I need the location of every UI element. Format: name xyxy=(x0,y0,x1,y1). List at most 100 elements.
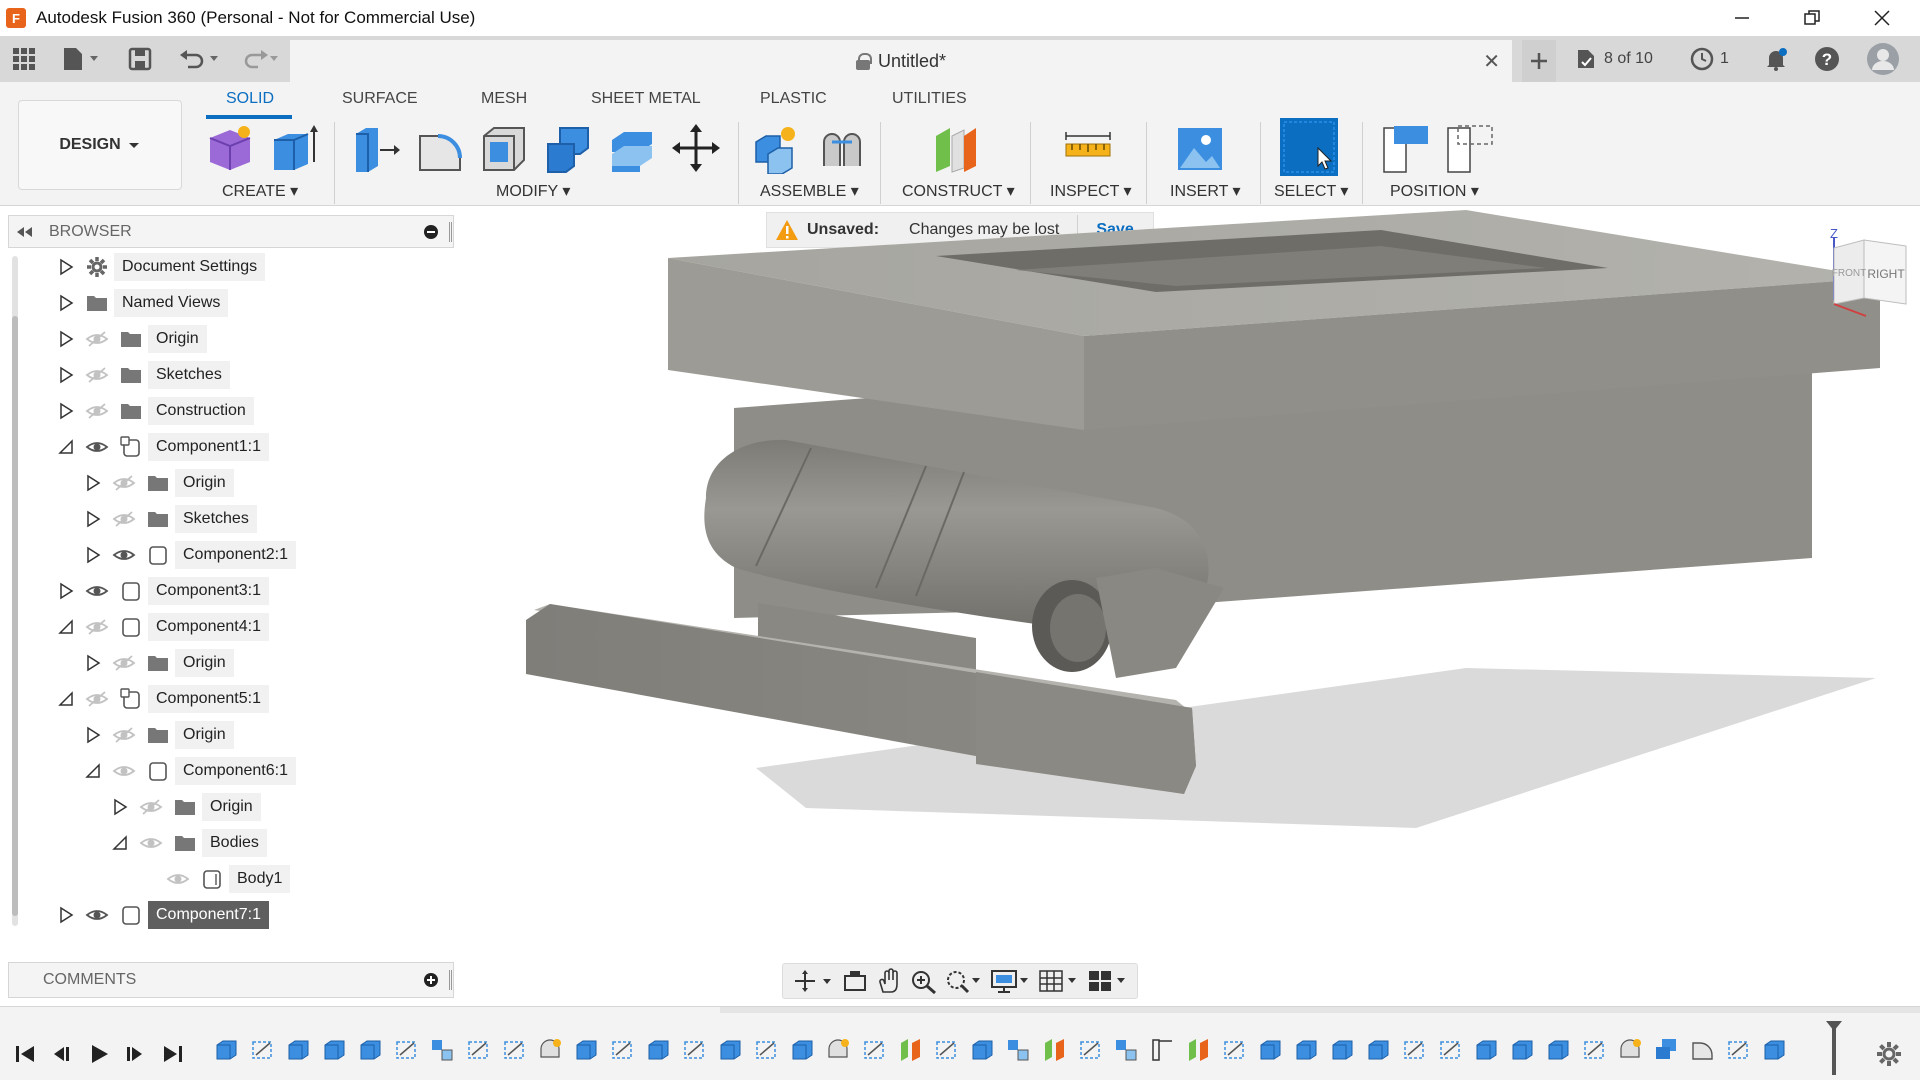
visibility-off-icon[interactable] xyxy=(107,504,141,534)
collapsed-triangle-icon[interactable] xyxy=(52,324,80,354)
collapsed-triangle-icon[interactable] xyxy=(79,540,107,570)
tree-row[interactable]: Component5:1 xyxy=(52,684,269,714)
collapse-panel-icon[interactable] xyxy=(15,225,35,239)
visibility-off-icon[interactable] xyxy=(80,612,114,642)
pan-hand-icon[interactable] xyxy=(876,968,902,994)
go-to-end-icon[interactable] xyxy=(158,1039,188,1069)
revert-position-icon[interactable] xyxy=(1444,122,1496,174)
workspace-design-button[interactable]: DESIGN xyxy=(18,100,182,190)
tree-row[interactable]: Named Views xyxy=(52,288,229,318)
visibility-off-icon[interactable] xyxy=(80,396,114,426)
collapsed-triangle-icon[interactable] xyxy=(79,648,107,678)
expanded-triangle-icon[interactable] xyxy=(52,432,80,462)
tree-row[interactable]: Bodies xyxy=(106,828,267,858)
timeline-extrude-icon[interactable] xyxy=(1762,1037,1788,1063)
tab-utilities[interactable]: UTILITIES xyxy=(892,90,967,108)
timeline-plane-icon[interactable] xyxy=(1042,1037,1068,1063)
job-clock[interactable]: 1 xyxy=(1690,44,1729,74)
panel-resize-handle[interactable] xyxy=(449,222,452,242)
collapsed-triangle-icon[interactable] xyxy=(52,288,80,318)
timeline-scrollbar[interactable] xyxy=(720,1007,1920,1013)
timeline-combine-icon[interactable] xyxy=(1654,1037,1680,1063)
tree-row[interactable]: Sketches xyxy=(52,360,230,390)
collapsed-triangle-icon[interactable] xyxy=(79,720,107,750)
tree-row[interactable]: Origin xyxy=(79,468,234,498)
new-component-icon[interactable] xyxy=(752,122,804,175)
visibility-eye-icon[interactable] xyxy=(161,864,195,894)
group-construct[interactable]: CONSTRUCT ▾ xyxy=(902,181,1015,201)
timeline-joint-icon[interactable] xyxy=(430,1037,456,1063)
timeline-marker[interactable] xyxy=(1832,1025,1836,1075)
timeline-extrude-icon[interactable] xyxy=(358,1037,384,1063)
expanded-triangle-icon[interactable] xyxy=(79,756,107,786)
tree-row[interactable]: Construction xyxy=(52,396,254,426)
collapsed-triangle-icon[interactable] xyxy=(106,792,134,822)
timeline-plane-icon[interactable] xyxy=(898,1037,924,1063)
visibility-eye-icon[interactable] xyxy=(80,432,114,462)
group-assemble[interactable]: ASSEMBLE ▾ xyxy=(760,181,859,201)
view-cube[interactable]: Z RIGHT FRONT xyxy=(1806,226,1916,326)
job-status[interactable]: 8 of 10 xyxy=(1576,44,1653,74)
tree-row[interactable]: Origin xyxy=(52,324,207,354)
minimize-browser-icon[interactable] xyxy=(423,224,439,240)
notifications-bell-icon[interactable] xyxy=(1764,44,1788,74)
timeline-sketch-icon[interactable] xyxy=(934,1037,960,1063)
minimize-button[interactable] xyxy=(1712,0,1772,36)
display-settings-icon[interactable] xyxy=(990,968,1030,994)
panel-resize-handle[interactable] xyxy=(449,970,452,990)
timeline-extrude-icon[interactable] xyxy=(718,1037,744,1063)
joint-icon[interactable] xyxy=(816,122,868,174)
tree-row[interactable]: Component7:1 xyxy=(52,900,269,930)
collapsed-triangle-icon[interactable] xyxy=(79,468,107,498)
step-forward-icon[interactable] xyxy=(120,1039,150,1069)
timeline-extrude-icon[interactable] xyxy=(1546,1037,1572,1063)
timeline-sketch-icon[interactable] xyxy=(502,1037,528,1063)
group-create[interactable]: CREATE ▾ xyxy=(222,181,298,201)
timeline-sketch-icon[interactable] xyxy=(754,1037,780,1063)
group-inspect[interactable]: INSPECT ▾ xyxy=(1050,181,1132,201)
timeline-extrude-icon[interactable] xyxy=(970,1037,996,1063)
timeline-sketch-icon[interactable] xyxy=(1078,1037,1104,1063)
timeline-settings-gear-icon[interactable] xyxy=(1874,1039,1904,1069)
timeline-sketch-icon[interactable] xyxy=(1438,1037,1464,1063)
timeline-sketch-icon[interactable] xyxy=(610,1037,636,1063)
timeline-sketch-icon[interactable] xyxy=(1582,1037,1608,1063)
timeline-sketch-icon[interactable] xyxy=(394,1037,420,1063)
visibility-off-icon[interactable] xyxy=(80,324,114,354)
capture-position-icon[interactable] xyxy=(1380,122,1432,174)
timeline-extrude-icon[interactable] xyxy=(1258,1037,1284,1063)
tree-row[interactable]: Component3:1 xyxy=(52,576,269,606)
undo-icon[interactable] xyxy=(178,44,220,74)
redo-icon[interactable] xyxy=(236,44,278,74)
tree-row[interactable]: Origin xyxy=(106,792,261,822)
extrude-icon[interactable] xyxy=(268,122,320,174)
visibility-off-icon[interactable] xyxy=(107,648,141,678)
expanded-triangle-icon[interactable] xyxy=(52,612,80,642)
timeline-extrude-icon[interactable] xyxy=(574,1037,600,1063)
timeline-extrude-icon[interactable] xyxy=(286,1037,312,1063)
viewports-icon[interactable] xyxy=(1087,968,1127,994)
orbit-icon[interactable] xyxy=(793,969,833,993)
timeline-marker-head[interactable] xyxy=(1826,1021,1842,1031)
tree-row[interactable]: Body1 xyxy=(133,864,291,894)
offset-plane-icon[interactable] xyxy=(930,122,982,174)
group-select[interactable]: SELECT ▾ xyxy=(1274,181,1348,201)
timeline-sketch-icon[interactable] xyxy=(250,1037,276,1063)
timeline-extrude-icon[interactable] xyxy=(214,1037,240,1063)
timeline-position-icon[interactable] xyxy=(1150,1037,1176,1063)
timeline-extrude-icon[interactable] xyxy=(790,1037,816,1063)
timeline-form-icon[interactable] xyxy=(538,1037,564,1063)
visibility-off-icon[interactable] xyxy=(80,360,114,390)
tree-row[interactable]: Document Settings xyxy=(52,252,266,282)
zoom-icon[interactable] xyxy=(911,968,937,994)
tree-row[interactable]: Component6:1 xyxy=(79,756,296,786)
group-insert[interactable]: INSERT ▾ xyxy=(1170,181,1241,201)
insert-image-icon[interactable] xyxy=(1174,122,1226,174)
visibility-eye-icon[interactable] xyxy=(107,756,141,786)
tree-row[interactable]: Sketches xyxy=(79,504,257,534)
new-tab-button[interactable] xyxy=(1522,40,1556,82)
timeline-extrude-icon[interactable] xyxy=(1330,1037,1356,1063)
step-back-icon[interactable] xyxy=(46,1039,76,1069)
combine-icon[interactable] xyxy=(542,122,594,174)
tree-row[interactable]: Component4:1 xyxy=(52,612,269,642)
